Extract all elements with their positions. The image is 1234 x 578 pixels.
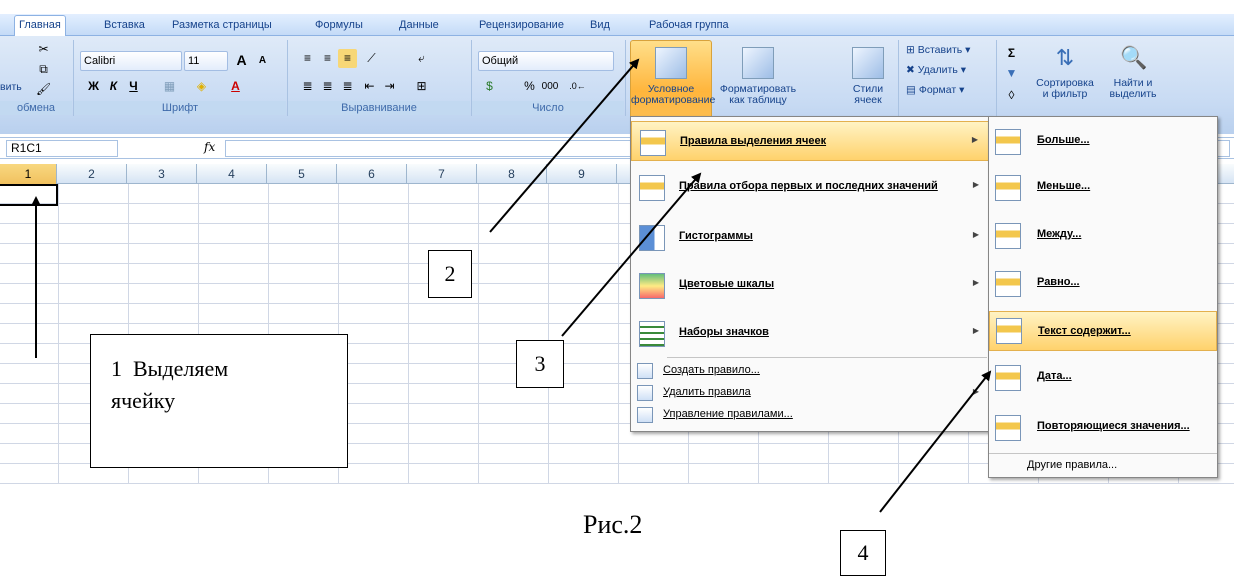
arrow-4 — [879, 370, 992, 513]
annotation-arrows — [31, 58, 992, 513]
arrow-3 — [561, 172, 702, 337]
arrow-2 — [489, 58, 640, 233]
